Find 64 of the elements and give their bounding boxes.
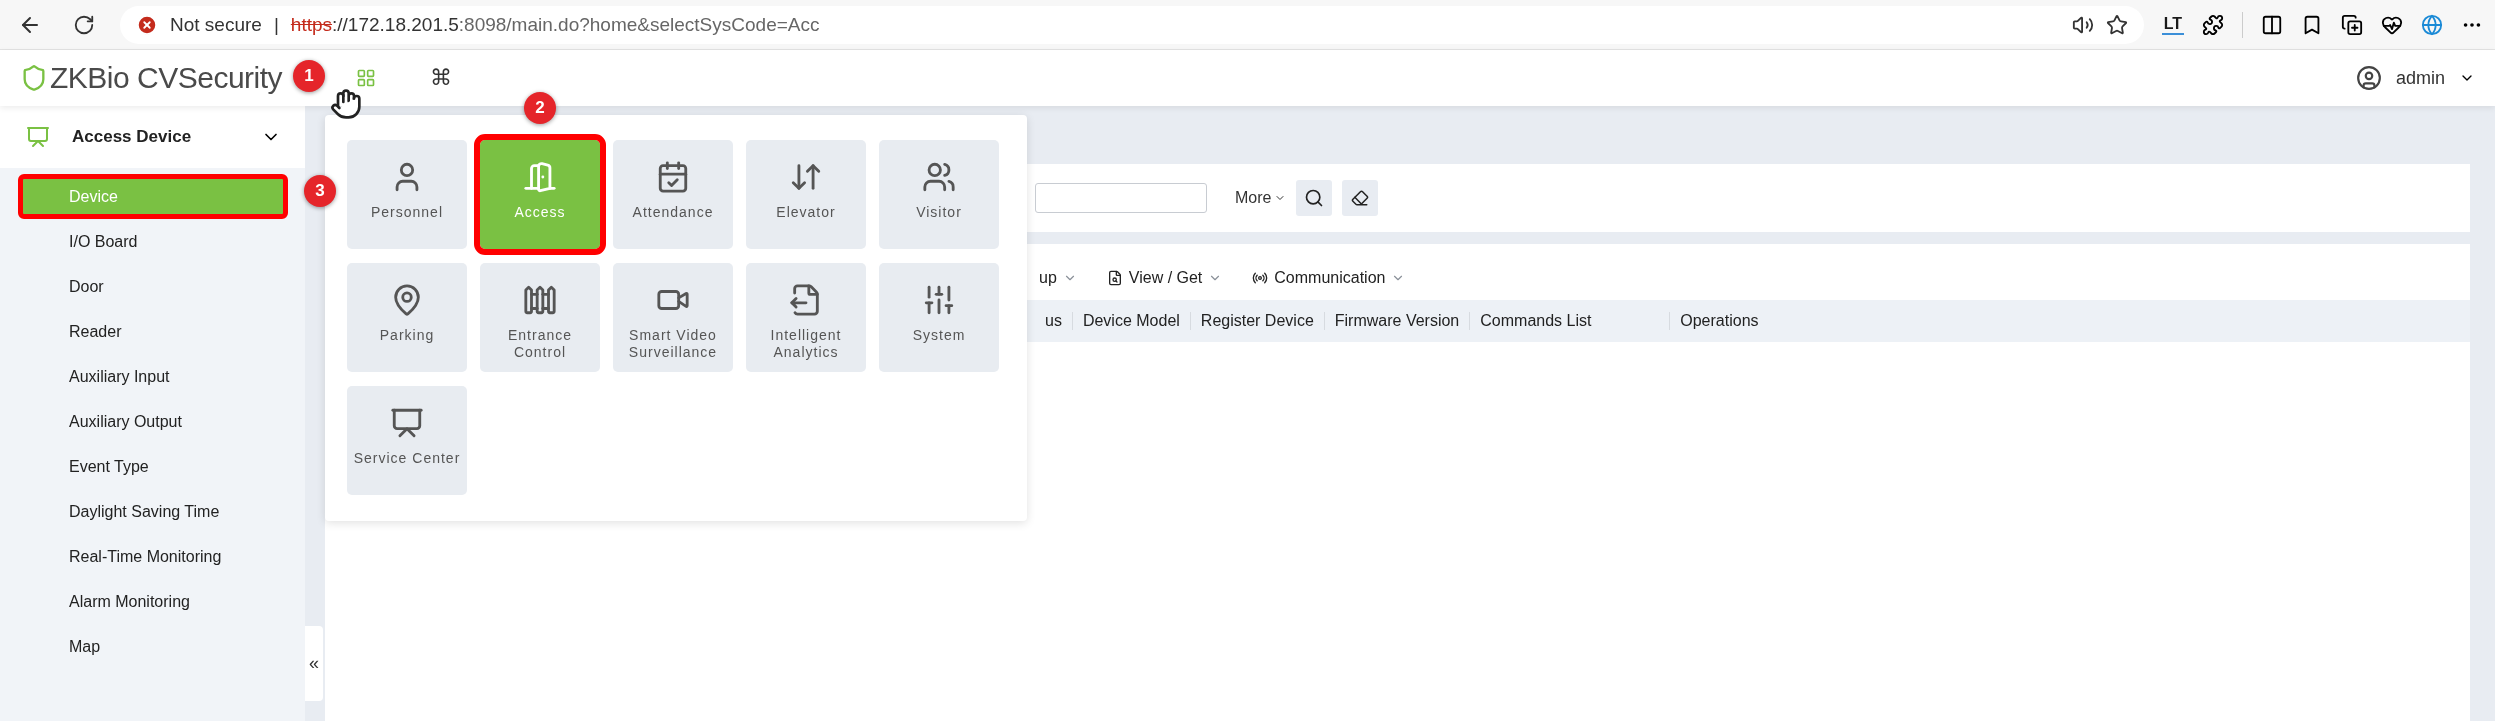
- module-tile[interactable]: System: [879, 263, 999, 372]
- sidebar-item[interactable]: Event Type: [18, 444, 288, 489]
- security-label: Not secure: [170, 13, 262, 36]
- collapse-button[interactable]: «: [305, 626, 323, 701]
- module-tile[interactable]: Parking: [347, 263, 467, 372]
- address-bar[interactable]: Not secure | https://172.18.201.5:8098/main.do?home&selectSysCode=Acc: [120, 5, 2144, 44]
- calendar-icon: [656, 160, 690, 194]
- section-header[interactable]: Access Device: [0, 106, 305, 168]
- collections-icon[interactable]: [2341, 13, 2363, 36]
- door-icon: [523, 160, 557, 194]
- module-tile[interactable]: Intelligent Analytics: [746, 263, 866, 372]
- column-header: Register Device: [1190, 312, 1325, 330]
- puzzle-icon[interactable]: [2202, 13, 2224, 36]
- module-tile[interactable]: Personnel: [347, 140, 467, 249]
- split-screen-icon[interactable]: [2261, 13, 2283, 36]
- signal-icon: [1252, 270, 1269, 286]
- column-header: Commands List: [1470, 312, 1671, 330]
- module-tile[interactable]: Attendance: [613, 140, 733, 249]
- separator: |: [273, 13, 279, 36]
- module-tile[interactable]: Elevator: [746, 140, 866, 249]
- sliders-icon: [922, 283, 956, 317]
- column-header: Firmware Version: [1324, 312, 1471, 330]
- toolbar-menu[interactable]: View / Get: [1106, 269, 1223, 287]
- more-dropdown[interactable]: More: [1235, 189, 1287, 207]
- clear-button[interactable]: [1342, 180, 1379, 216]
- module-tile[interactable]: Entrance Control: [480, 263, 600, 372]
- sidebar-item[interactable]: Reader: [18, 309, 288, 354]
- refresh-icon: [73, 13, 95, 36]
- sidebar-item[interactable]: Real-Time Monitoring: [18, 534, 288, 579]
- app-logo: ZKBio CVSecurity: [50, 61, 283, 95]
- user-name[interactable]: admin: [2395, 67, 2445, 89]
- sidebar-item[interactable]: Daylight Saving Time: [18, 489, 288, 534]
- shortcut-icon[interactable]: ⌘: [430, 65, 453, 91]
- column-header: us: [1035, 312, 1073, 330]
- sidebar-item[interactable]: I/O Board: [18, 219, 288, 264]
- sidebar-item[interactable]: Door: [18, 264, 288, 309]
- sidebar-item[interactable]: Alarm Monitoring: [18, 579, 288, 624]
- globe-icon[interactable]: [2421, 13, 2443, 36]
- column-header: Device Model: [1072, 312, 1191, 330]
- module-tile[interactable]: Smart Video Surveillance: [613, 263, 733, 372]
- gate-icon: [523, 283, 557, 317]
- search-button[interactable]: [1296, 180, 1333, 216]
- module-tile[interactable]: Service Center: [347, 386, 467, 495]
- column-header: Operations: [1679, 312, 1760, 330]
- toolbar-menu[interactable]: up: [1039, 269, 1077, 287]
- toolbar-menu[interactable]: Communication: [1252, 269, 1406, 287]
- url-text: https://172.18.201.5:8098/main.do?home&selectSysCode=Acc: [290, 13, 820, 36]
- avatar-icon: [2355, 65, 2382, 91]
- eraser-icon: [1351, 189, 1370, 207]
- extension-label[interactable]: LT: [2161, 14, 2184, 35]
- toolbar-label: up: [1039, 269, 1057, 287]
- module-tile[interactable]: Visitor: [879, 140, 999, 249]
- warning-icon: [136, 13, 158, 36]
- section-label: Access Device: [72, 127, 193, 147]
- toolbar-label: View / Get: [1128, 269, 1203, 287]
- search-field[interactable]: [1035, 183, 1207, 213]
- search-icon: [1304, 188, 1325, 208]
- file-search-icon: [1106, 270, 1123, 286]
- people-icon: [922, 160, 956, 194]
- sidebar-item[interactable]: Auxiliary Input: [18, 354, 288, 399]
- toolbar-label: Communication: [1274, 269, 1386, 287]
- favorite-star-icon[interactable]: [2105, 13, 2128, 36]
- sidebar-item[interactable]: Auxiliary Output: [18, 399, 288, 444]
- sidebar-item[interactable]: Map: [18, 624, 288, 669]
